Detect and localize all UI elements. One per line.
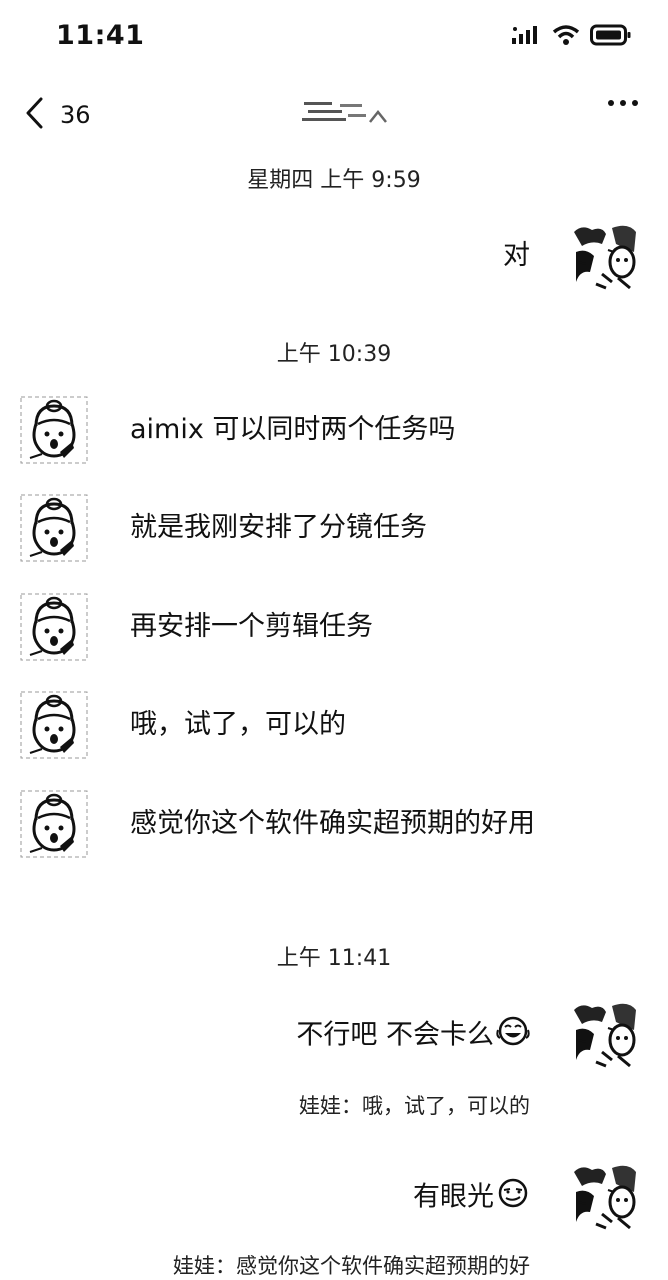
quoted-reply[interactable]: 娃娃：感觉你这个软件确实超预期的好 (173, 1250, 530, 1280)
message-text[interactable]: aimix 可以同时两个任务吗 (130, 412, 550, 448)
more-options-button[interactable] (608, 100, 638, 106)
chat-title-redacted (290, 96, 400, 130)
dot (620, 100, 626, 106)
status-icons (512, 24, 632, 50)
my-avatar[interactable] (572, 1162, 640, 1230)
wifi-icon (552, 24, 580, 50)
chevron-left-icon (24, 96, 44, 134)
my-avatar[interactable] (572, 222, 640, 290)
dot (632, 100, 638, 106)
message-text[interactable]: 对 (503, 238, 530, 274)
dot (608, 100, 614, 106)
contact-avatar[interactable] (20, 494, 88, 562)
contact-avatar[interactable] (20, 593, 88, 661)
message-bubble[interactable]: 有眼光 (413, 1178, 530, 1218)
message-bubble[interactable]: 不行吧 不会卡么 (296, 1016, 530, 1056)
smug-face-emoji-icon (496, 1178, 530, 1218)
message-text[interactable]: 感觉你这个软件确实超预期的好用 (130, 806, 550, 842)
cellular-signal-icon (512, 25, 542, 49)
unread-count: 36 (60, 101, 91, 129)
quoted-reply[interactable]: 娃娃：哦，试了，可以的 (299, 1090, 530, 1120)
message-text: 有眼光 (413, 1181, 494, 1213)
timestamp: 星期四 上午 9:59 (247, 168, 421, 193)
contact-avatar[interactable] (20, 790, 88, 858)
laughing-tears-emoji-icon (496, 1016, 530, 1056)
status-time: 11:41 (56, 20, 145, 51)
battery-icon (590, 24, 632, 50)
timestamp: 上午 10:39 (276, 342, 392, 367)
message-text[interactable]: 哦，试了，可以的 (130, 707, 550, 743)
message-text: 不行吧 不会卡么 (296, 1019, 494, 1051)
timestamp: 上午 11:41 (276, 946, 392, 971)
back-button[interactable]: 36 (24, 96, 91, 134)
message-text[interactable]: 就是我刚安排了分镜任务 (130, 510, 550, 546)
contact-avatar[interactable] (20, 396, 88, 464)
contact-avatar[interactable] (20, 691, 88, 759)
message-text[interactable]: 再安排一个剪辑任务 (130, 609, 550, 645)
my-avatar[interactable] (572, 1000, 640, 1068)
